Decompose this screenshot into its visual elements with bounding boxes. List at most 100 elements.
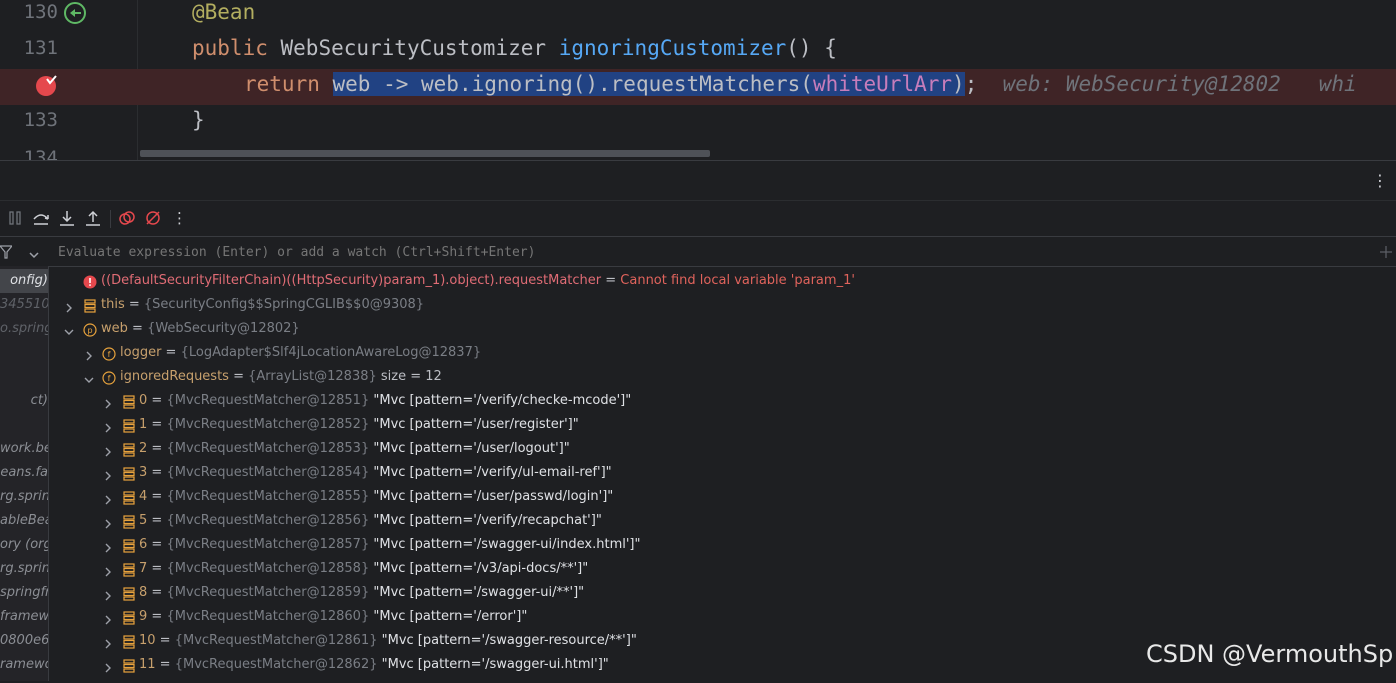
variable-row-logger[interactable]: f logger = {LogAdapter$Slf4jLocationAwar… (49, 341, 1396, 365)
chevron-right-icon[interactable] (102, 467, 114, 481)
bean-gutter-icon[interactable] (63, 1, 87, 29)
frame-item[interactable]: ct) (0, 389, 48, 413)
variable-icon (122, 658, 136, 673)
list-item[interactable]: 8 = {MvcRequestMatcher@12859} "Mvc [patt… (49, 581, 1396, 605)
debug-panel-header: ⋮ (0, 160, 1396, 201)
step-into-icon[interactable] (58, 209, 76, 227)
chevron-down-icon[interactable] (28, 246, 40, 265)
code-text: public WebSecurityCustomizer ignoringCus… (192, 33, 837, 69)
code-text: return web -> web.ignoring().requestMatc… (244, 72, 1357, 96)
list-item[interactable]: 0 = {MvcRequestMatcher@12851} "Mvc [patt… (49, 389, 1396, 413)
chevron-right-icon[interactable] (102, 587, 114, 601)
chevron-right-icon[interactable] (102, 563, 114, 577)
variable-icon (122, 586, 136, 601)
toolbar-divider (110, 210, 111, 228)
frame-item[interactable]: ableBean (0, 509, 48, 533)
chevron-right-icon[interactable] (63, 299, 75, 313)
annotation-token: @Bean (192, 0, 256, 24)
chevron-right-icon[interactable] (102, 515, 114, 529)
chevron-down-icon[interactable] (63, 323, 75, 335)
step-over-icon[interactable] (32, 209, 50, 227)
code-editor[interactable]: 130 @Bean 131 public WebSecurityCustomiz… (0, 0, 1396, 160)
variable-icon (122, 610, 136, 625)
code-line-131[interactable]: 131 public WebSecurityCustomizer ignorin… (0, 33, 1396, 69)
frame-item[interactable] (0, 341, 48, 365)
chevron-right-icon[interactable] (102, 395, 114, 409)
frame-item[interactable]: ory (org (0, 533, 48, 557)
variable-row-web[interactable]: p web = {WebSecurity@12802} (49, 317, 1396, 341)
code-line-132[interactable]: return web -> web.ignoring().requestMatc… (0, 69, 1396, 105)
parameter-icon: p (83, 322, 97, 337)
horizontal-scrollbar[interactable] (140, 150, 710, 157)
frame-item[interactable]: 345510 (0, 293, 48, 317)
debug-toolbar: ⋮ (0, 200, 1396, 237)
evaluate-expression-input[interactable] (56, 237, 1360, 268)
frame-item[interactable]: eans.fa (0, 461, 48, 485)
inline-debug-value: web: WebSecurity@12802 (1002, 72, 1281, 96)
pause-icon[interactable] (6, 209, 24, 227)
svg-text:f: f (108, 374, 111, 383)
frame-item[interactable] (0, 413, 48, 437)
type-token: WebSecurityCustomizer (280, 36, 547, 60)
list-item[interactable]: 9 = {MvcRequestMatcher@12860} "Mvc [patt… (49, 605, 1396, 629)
frame-item[interactable]: onfig) (0, 269, 48, 293)
watermark: CSDN @VermouthSp (1146, 640, 1394, 668)
field-icon: f (102, 370, 116, 385)
variable-icon (122, 538, 136, 553)
chevron-right-icon[interactable] (102, 491, 114, 505)
list-item[interactable]: 7 = {MvcRequestMatcher@12858} "Mvc [patt… (49, 557, 1396, 581)
list-item[interactable]: 5 = {MvcRequestMatcher@12856} "Mvc [patt… (49, 509, 1396, 533)
frame-item[interactable]: framewo (0, 605, 48, 629)
line-number: 131 (23, 37, 58, 59)
punct-token: () { (786, 36, 837, 60)
variable-row-ignored-requests[interactable]: f ignoredRequests = {ArrayList@12838} si… (49, 365, 1396, 389)
view-breakpoints-icon[interactable] (118, 209, 136, 227)
variable-icon (122, 418, 136, 433)
evaluate-row (0, 236, 1396, 268)
chevron-right-icon[interactable] (102, 659, 114, 673)
list-item[interactable]: 2 = {MvcRequestMatcher@12853} "Mvc [patt… (49, 437, 1396, 461)
error-icon (83, 274, 97, 289)
chevron-right-icon[interactable] (102, 611, 114, 625)
variable-icon (122, 562, 136, 577)
code-line-130[interactable]: 130 @Bean (0, 0, 1396, 33)
watch-error-row[interactable]: ((DefaultSecurityFilterChain)((HttpSecur… (49, 269, 1396, 293)
frame-item[interactable]: o.spring (0, 317, 48, 341)
frame-item[interactable] (0, 365, 48, 389)
list-item[interactable]: 6 = {MvcRequestMatcher@12857} "Mvc [patt… (49, 533, 1396, 557)
list-item[interactable]: 4 = {MvcRequestMatcher@12855} "Mvc [patt… (49, 485, 1396, 509)
variable-icon (122, 634, 136, 649)
frame-item[interactable]: rg.sprin (0, 557, 48, 581)
watch-expression: ((DefaultSecurityFilterChain)((HttpSecur… (101, 273, 602, 288)
frames-list[interactable]: onfig) 345510 o.spring ct) work.be eans.… (0, 266, 49, 681)
more-options-icon[interactable]: ⋮ (1372, 173, 1388, 189)
keyword-token: return (244, 72, 320, 96)
selected-expression[interactable]: web -> web.ignoring().requestMatchers(wh… (332, 72, 965, 96)
chevron-right-icon[interactable] (102, 539, 114, 553)
svg-text:p: p (87, 326, 92, 335)
chevron-right-icon[interactable] (102, 443, 114, 457)
code-line-133[interactable]: 133 } (0, 105, 1396, 141)
step-out-icon[interactable] (84, 209, 102, 227)
frame-item[interactable]: springfr (0, 581, 48, 605)
frame-item[interactable]: ramewo (0, 653, 48, 677)
more-icon[interactable]: ⋮ (172, 209, 187, 227)
svg-text:f: f (108, 350, 111, 359)
list-item[interactable]: 1 = {MvcRequestMatcher@12852} "Mvc [patt… (49, 413, 1396, 437)
add-watch-icon[interactable] (1378, 244, 1394, 264)
error-message: Cannot find local variable 'param_1' (620, 273, 855, 288)
variable-row-this[interactable]: this = {SecurityConfig$$SpringCGLIB$$0@9… (49, 293, 1396, 317)
chevron-right-icon[interactable] (102, 635, 114, 649)
mute-breakpoints-icon[interactable] (144, 209, 162, 227)
chevron-down-icon[interactable] (83, 371, 95, 383)
filter-icon[interactable] (0, 244, 14, 263)
frame-item[interactable]: 0800e6 (0, 629, 48, 653)
field-icon: f (102, 346, 116, 361)
frame-item[interactable]: rg.sprin (0, 485, 48, 509)
breakpoint-icon[interactable] (35, 74, 59, 102)
line-number: 133 (23, 109, 58, 131)
chevron-right-icon[interactable] (102, 419, 114, 433)
list-item[interactable]: 3 = {MvcRequestMatcher@12854} "Mvc [patt… (49, 461, 1396, 485)
chevron-right-icon[interactable] (83, 347, 95, 361)
frame-item[interactable]: work.be (0, 437, 48, 461)
